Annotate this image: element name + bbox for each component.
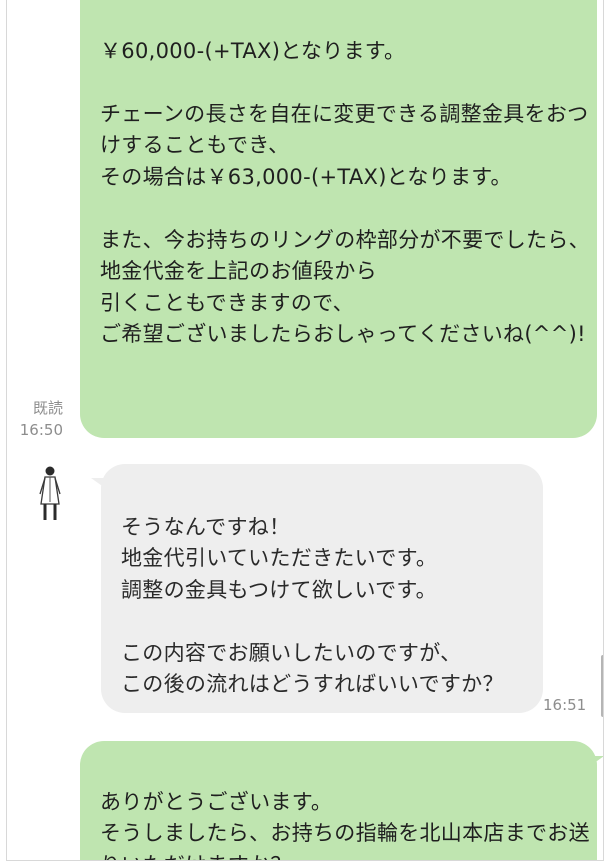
message-text: ￥60,000-(+TAX)となります。 チェーンの長さを自在に変更できる調整金… (100, 38, 590, 347)
scrollbar[interactable] (601, 655, 603, 717)
person-in-coat-icon[interactable] (32, 464, 68, 524)
message-text: ありがとうございます。 そうしましたら、お持ちの指輪を北山本店までお送りいただけ… (100, 789, 590, 861)
message-meta: 既読 16:50 (11, 397, 63, 441)
read-status: 既読 (32, 399, 63, 417)
message-text: そうなんですね！ 地金代引いていただきたいです。 調整の金具もつけて欲しいです。… (121, 514, 504, 697)
incoming-message-bubble[interactable]: そうなんですね！ 地金代引いていただきたいです。 調整の金具もつけて欲しいです。… (101, 464, 543, 713)
message-time: 16:51 (543, 696, 587, 714)
outgoing-message-bubble[interactable]: ￥60,000-(+TAX)となります。 チェーンの長さを自在に変更できる調整金… (80, 0, 597, 438)
outgoing-message-bubble[interactable]: ありがとうございます。 そうしましたら、お持ちの指輪を北山本店までお送りいただけ… (80, 741, 597, 861)
message-time: 16:50 (19, 421, 63, 439)
chat-window: ￥60,000-(+TAX)となります。 チェーンの長さを自在に変更できる調整金… (6, 0, 604, 861)
